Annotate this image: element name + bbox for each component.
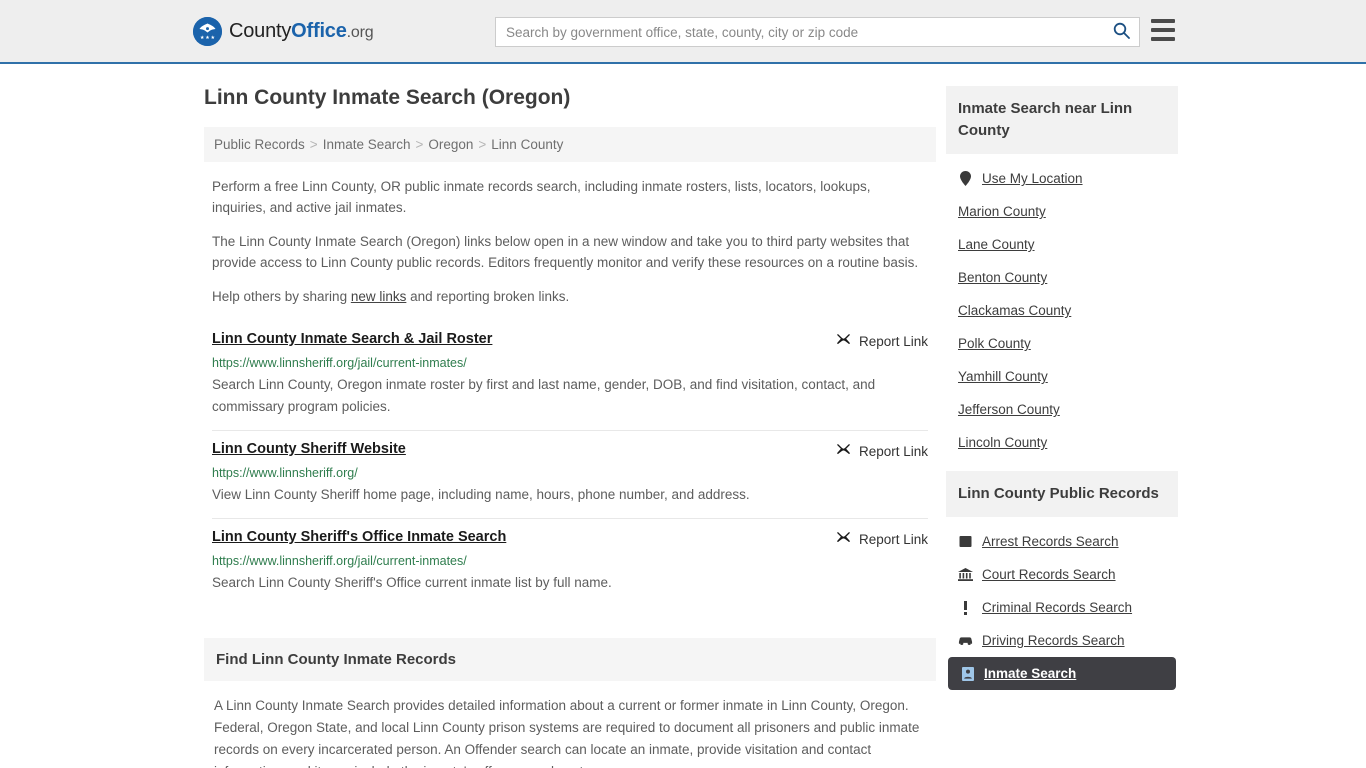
page-title: Linn County Inmate Search (Oregon) [204, 86, 571, 109]
sidebar-card-nearby: Inmate Search near Linn County Use My Lo… [946, 86, 1178, 459]
sidebar-item-court-records[interactable]: Court Records Search [946, 558, 1178, 591]
search-button[interactable] [1103, 18, 1139, 46]
result-description: View Linn County Sheriff home page, incl… [212, 487, 750, 502]
main-content: Linn County Inmate Search (Oregon) Publi… [204, 86, 936, 768]
sidebar-item-label: Criminal Records Search [982, 600, 1133, 615]
search-bar[interactable] [495, 17, 1140, 47]
logo-text-county: County [229, 19, 292, 42]
courthouse-icon [958, 567, 973, 582]
breadcrumb-item-oregon[interactable]: Oregon [428, 137, 473, 152]
page-body: Linn County Inmate Search (Oregon) Publi… [0, 86, 1366, 768]
hamburger-bar-1 [1151, 19, 1175, 23]
sidebar-item-label: Driving Records Search [982, 633, 1125, 648]
fingerprint-icon [958, 534, 973, 549]
sidebar-item-label: Lincoln County [958, 435, 1048, 450]
sidebar-records-heading: Linn County Public Records [946, 471, 1178, 517]
breadcrumb-item-linn-county[interactable]: Linn County [491, 137, 563, 152]
search-icon [1113, 22, 1130, 42]
sidebar-item-lincoln-county[interactable]: Lincoln County [946, 426, 1178, 459]
report-link-label: Report Link [858, 443, 928, 459]
sidebar-item-yamhill-county[interactable]: Yamhill County [946, 360, 1178, 393]
result-title-link[interactable]: Linn County Sheriff Website [212, 441, 406, 457]
car-icon [958, 633, 973, 648]
search-input[interactable] [496, 18, 1103, 46]
sidebar-nearby-list: Use My Location Marion County Lane Count… [946, 154, 1178, 459]
result-url: https://www.linnsheriff.org/jail/current… [212, 554, 467, 568]
result-item: Linn County Sheriff Website Report Link [212, 431, 928, 519]
sidebar-item-clackamas-county[interactable]: Clackamas County [946, 294, 1178, 327]
report-link-label: Report Link [858, 333, 928, 349]
logo-text-office: Office [291, 19, 347, 42]
result-description: Search Linn County Sheriff's Office curr… [212, 575, 612, 590]
broken-link-icon [836, 442, 851, 460]
result-title-link[interactable]: Linn County Sheriff's Office Inmate Sear… [212, 529, 506, 545]
sidebar-item-label: Polk County [958, 336, 1031, 351]
broken-link-icon [836, 332, 851, 350]
sidebar-item-label: Clackamas County [958, 303, 1072, 318]
sidebar-item-jefferson-county[interactable]: Jefferson County [946, 393, 1178, 426]
sidebar-item-label: Use My Location [982, 171, 1083, 186]
sidebar-item-benton-county[interactable]: Benton County [946, 261, 1178, 294]
sidebar-item-label: Arrest Records Search [982, 534, 1119, 549]
sidebar-nearby-heading: Inmate Search near Linn County [946, 86, 1178, 154]
sidebar-item-arrest-records[interactable]: Arrest Records Search [946, 525, 1178, 558]
result-item: Linn County Sheriff's Office Inmate Sear… [212, 519, 928, 606]
exclamation-icon [958, 600, 973, 615]
report-link-label: Report Link [858, 531, 928, 547]
info-panel-body: A Linn County Inmate Search provides det… [214, 698, 920, 768]
hamburger-menu-icon[interactable] [1151, 19, 1175, 41]
report-link-button[interactable]: Report Link [836, 442, 928, 460]
info-panel-heading: Find Linn County Inmate Records [204, 638, 936, 681]
intro-paragraph-1: Perform a free Linn County, OR public in… [212, 179, 871, 215]
sidebar-item-polk-county[interactable]: Polk County [946, 327, 1178, 360]
sidebar-item-label: Benton County [958, 270, 1048, 285]
logo-text: CountyOffice.org [229, 19, 374, 43]
broken-link-icon [836, 530, 851, 548]
site-header: CountyOffice.org [0, 0, 1366, 64]
result-url: https://www.linnsheriff.org/jail/current… [212, 356, 467, 370]
sidebar-item-label: Lane County [958, 237, 1035, 252]
info-panel: Find Linn County Inmate Records A Linn C… [204, 638, 936, 768]
id-card-icon [960, 666, 975, 681]
sidebar-item-use-my-location[interactable]: Use My Location [946, 162, 1178, 195]
report-link-button[interactable]: Report Link [836, 530, 928, 548]
sidebar-item-inmate-search[interactable]: Inmate Search [948, 657, 1176, 690]
sidebar-item-label: Marion County [958, 204, 1046, 219]
sidebar-item-marion-county[interactable]: Marion County [946, 195, 1178, 228]
sidebar-item-label: Yamhill County [958, 369, 1048, 384]
eagle-seal-icon [193, 16, 222, 46]
breadcrumb: Public Records > Inmate Search > Oregon > Linn… [204, 127, 936, 162]
report-link-button[interactable]: Report Link [836, 332, 928, 350]
result-list: Linn County Inmate Search & Jail Roster … [204, 321, 936, 606]
sidebar-item-lane-county[interactable]: Lane County [946, 228, 1178, 261]
site-logo[interactable]: CountyOffice.org [193, 16, 374, 46]
intro-text: Perform a free Linn County, OR public in… [204, 176, 936, 307]
breadcrumb-separator: > [478, 137, 487, 152]
sidebar: Inmate Search near Linn County Use My Lo… [946, 86, 1178, 768]
breadcrumb-item-inmate-search[interactable]: Inmate Search [323, 137, 411, 152]
breadcrumb-separator: > [415, 137, 424, 152]
sidebar-item-driving-records[interactable]: Driving Records Search [946, 624, 1178, 657]
logo-text-org: .org [346, 23, 374, 41]
intro-p3-before: Help others by sharing [212, 289, 351, 304]
breadcrumb-item-public-records[interactable]: Public Records [214, 137, 305, 152]
hamburger-bar-3 [1151, 37, 1175, 41]
result-title-link[interactable]: Linn County Inmate Search & Jail Roster [212, 331, 492, 347]
hamburger-bar-2 [1151, 28, 1175, 32]
intro-paragraph-2: The Linn County Inmate Search (Oregon) l… [212, 234, 919, 270]
result-url: https://www.linnsheriff.org/ [212, 466, 358, 480]
result-description: Search Linn County, Oregon inmate roster… [212, 377, 876, 414]
result-item: Linn County Inmate Search & Jail Roster … [212, 321, 928, 431]
sidebar-item-label: Inmate Search [984, 666, 1077, 681]
sidebar-card-public-records: Linn County Public Records Arrest Record… [946, 471, 1178, 690]
new-links-link[interactable]: new links [351, 289, 407, 304]
sidebar-item-label: Jefferson County [958, 402, 1060, 417]
sidebar-item-criminal-records[interactable]: Criminal Records Search [946, 591, 1178, 624]
sidebar-records-list: Arrest Records Search Court Records Sear… [946, 517, 1178, 690]
intro-p3-after: and reporting broken links. [406, 289, 570, 304]
intro-paragraph-3: Help others by sharing new links and rep… [204, 286, 936, 307]
breadcrumb-separator: > [309, 137, 318, 152]
sidebar-item-label: Court Records Search [982, 567, 1116, 582]
map-pin-icon [958, 171, 973, 186]
